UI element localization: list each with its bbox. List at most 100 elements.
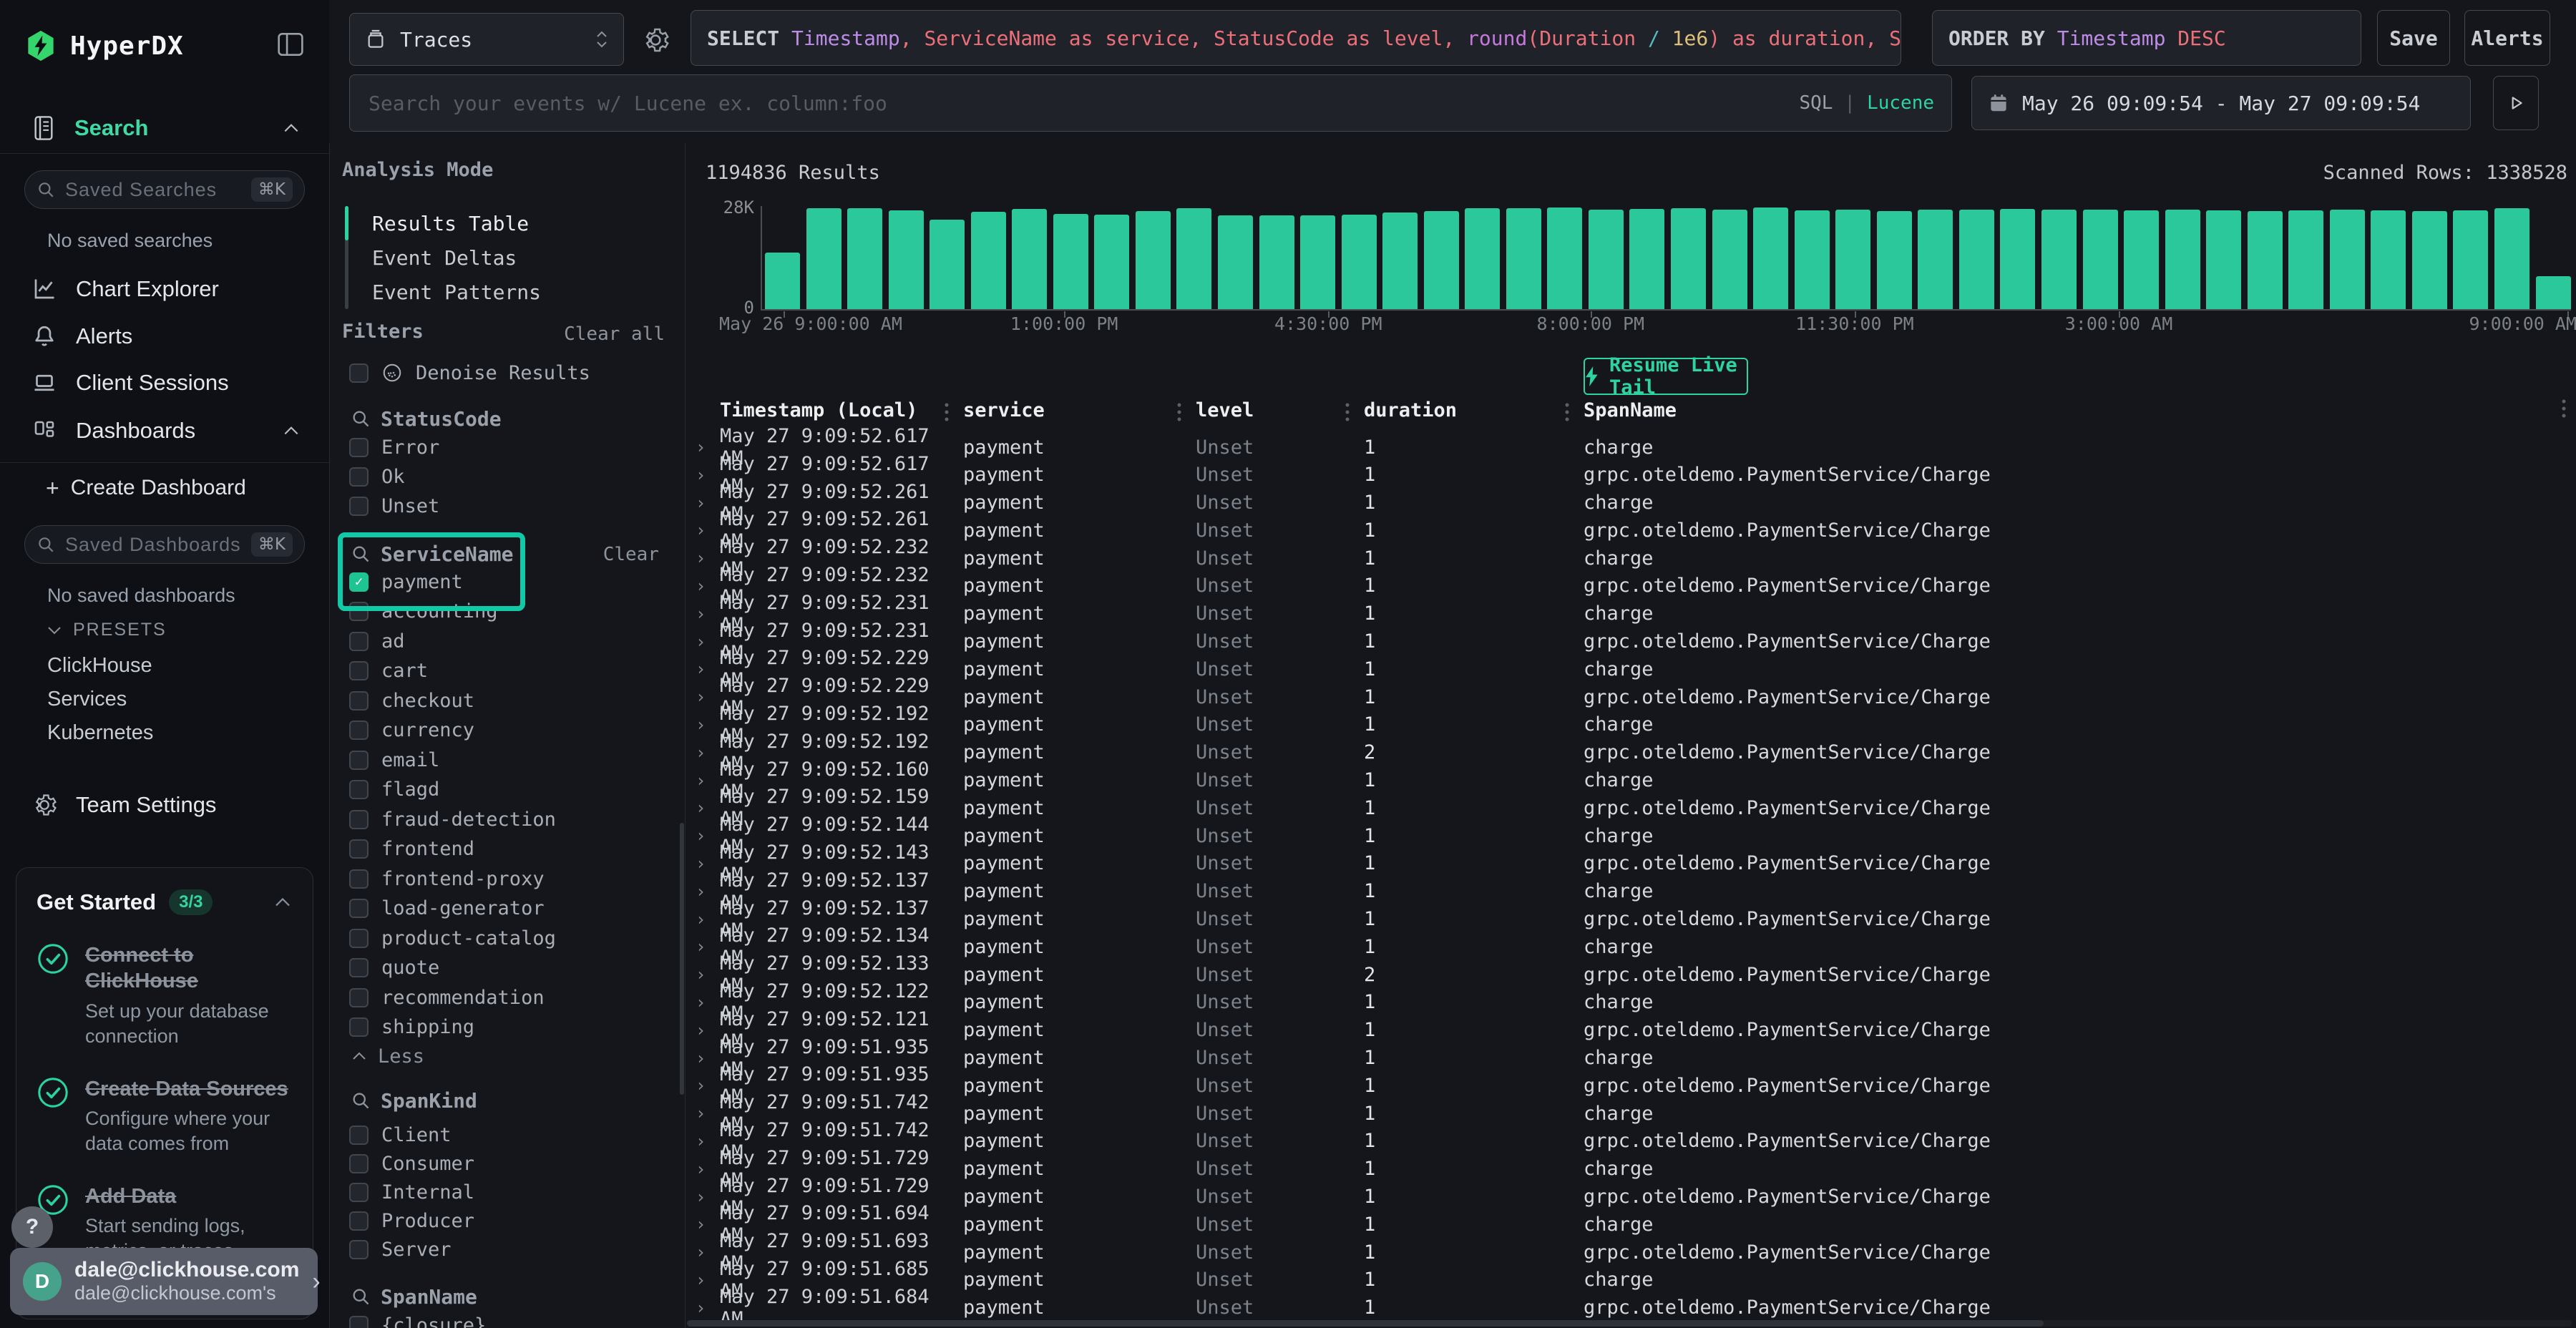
row-expand-icon[interactable]: › — [696, 687, 720, 707]
row-expand-icon[interactable]: › — [696, 826, 720, 846]
filter-option-label[interactable]: checkout — [381, 690, 474, 712]
row-expand-icon[interactable]: › — [696, 715, 720, 735]
sidebar-item-team-settings[interactable]: Team Settings — [0, 788, 329, 822]
sidebar-item-clickhouse[interactable]: ClickHouse — [47, 650, 152, 681]
search-icon[interactable] — [351, 1090, 371, 1110]
row-expand-icon[interactable]: › — [696, 1242, 720, 1262]
filter-option-label[interactable]: flagd — [381, 778, 439, 801]
sql-orderby-editor[interactable]: ORDER BY Timestamp DESC — [1932, 10, 2361, 66]
filter-option-label[interactable]: shipping — [381, 1016, 474, 1038]
checkbox[interactable] — [349, 467, 369, 487]
saved-dashboards-search[interactable]: ⌘K — [24, 525, 305, 564]
row-expand-icon[interactable]: › — [696, 909, 720, 929]
filter-option-label[interactable]: Internal — [381, 1181, 474, 1204]
filter-option-label[interactable]: frontend — [381, 838, 474, 860]
checkbox[interactable] — [349, 602, 369, 621]
saved-dashboards-input[interactable] — [64, 533, 243, 557]
checkbox[interactable] — [349, 869, 369, 889]
alerts-button[interactable]: Alerts — [2464, 10, 2550, 66]
checkbox[interactable] — [349, 1126, 369, 1145]
checkbox[interactable] — [349, 438, 369, 457]
row-expand-icon[interactable]: › — [696, 771, 720, 791]
row-expand-icon[interactable]: › — [696, 937, 720, 957]
row-expand-icon[interactable]: › — [696, 1075, 720, 1095]
row-expand-icon[interactable]: › — [696, 576, 720, 596]
row-expand-icon[interactable]: › — [696, 465, 720, 485]
checkbox[interactable] — [349, 661, 369, 680]
checkbox[interactable] — [349, 810, 369, 829]
checkbox[interactable] — [349, 988, 369, 1007]
column-resize-handle[interactable] — [1177, 401, 1181, 424]
column-header-level[interactable]: level — [1196, 399, 1364, 421]
checkbox[interactable] — [349, 1154, 369, 1173]
scrollbar-thumb[interactable] — [687, 1320, 2044, 1327]
sidebar-item-services[interactable]: Services — [47, 683, 127, 715]
filter-option-label[interactable]: {closure} — [381, 1314, 486, 1328]
filter-option-label[interactable]: Error — [381, 436, 439, 459]
column-resize-handle[interactable] — [1565, 401, 1569, 424]
language-lucene-option[interactable]: Lucene — [1867, 92, 1934, 114]
get-started-item[interactable]: Create Data SourcesConfigure where your … — [36, 1076, 293, 1156]
row-expand-icon[interactable]: › — [696, 1214, 720, 1234]
row-expand-icon[interactable]: › — [696, 437, 720, 457]
row-expand-icon[interactable]: › — [696, 1159, 720, 1179]
filter-option-label[interactable]: cart — [381, 660, 428, 682]
analysis-mode-results-table[interactable]: Results Table — [372, 206, 529, 240]
checkbox[interactable] — [349, 1316, 369, 1328]
row-expand-icon[interactable]: › — [696, 1048, 720, 1068]
filter-option-label[interactable]: recommendation — [381, 987, 545, 1009]
checkbox[interactable]: ✓ — [349, 572, 369, 592]
analysis-mode-event-deltas[interactable]: Event Deltas — [372, 240, 517, 275]
analysis-mode-event-patterns[interactable]: Event Patterns — [372, 275, 541, 309]
sql-select-editor[interactable]: SELECT Timestamp, ServiceName as service… — [691, 10, 1901, 66]
denoise-checkbox[interactable] — [349, 363, 369, 383]
help-button[interactable]: ? — [11, 1206, 53, 1248]
resume-live-tail-button[interactable]: Resume Live Tail — [1584, 358, 1748, 395]
row-expand-icon[interactable]: › — [696, 1298, 720, 1318]
column-resize-handle[interactable] — [2562, 398, 2566, 421]
language-sql-option[interactable]: SQL — [1799, 92, 1833, 114]
filter-option-label[interactable]: fraud-detection — [381, 809, 556, 831]
checkbox[interactable] — [349, 899, 369, 918]
filter-option-label[interactable]: Producer — [381, 1210, 474, 1232]
row-expand-icon[interactable]: › — [696, 743, 720, 763]
run-query-button[interactable] — [2493, 76, 2539, 130]
get-started-item[interactable]: Connect to ClickHouseSet up your databas… — [36, 942, 293, 1049]
row-expand-icon[interactable]: › — [696, 798, 720, 818]
checkbox[interactable] — [349, 1017, 369, 1037]
row-expand-icon[interactable]: › — [696, 965, 720, 985]
sidebar-item-chart-explorer[interactable]: Chart Explorer — [0, 272, 329, 306]
sidebar-item-search[interactable]: Search — [0, 111, 329, 145]
column-header-service[interactable]: service — [963, 399, 1196, 421]
checkbox[interactable] — [349, 958, 369, 977]
checkbox[interactable] — [349, 1240, 369, 1259]
row-expand-icon[interactable]: › — [696, 992, 720, 1012]
source-select[interactable]: Traces — [349, 13, 624, 66]
collapse-list-button[interactable]: Less — [351, 1042, 424, 1070]
saved-searches-input[interactable] — [64, 178, 243, 202]
filter-option-label[interactable]: payment — [381, 571, 463, 593]
row-expand-icon[interactable]: › — [696, 1131, 720, 1151]
filter-option-label[interactable]: Unset — [381, 495, 439, 517]
filter-panel-scrollbar[interactable] — [680, 823, 684, 1095]
checkbox[interactable] — [349, 632, 369, 651]
filter-option-label[interactable]: accounting — [381, 600, 498, 622]
filter-option-label[interactable]: Ok — [381, 466, 405, 488]
row-expand-icon[interactable]: › — [696, 1103, 720, 1123]
filter-option-label[interactable]: quote — [381, 957, 439, 979]
search-icon[interactable] — [351, 409, 371, 429]
row-expand-icon[interactable]: › — [696, 632, 720, 652]
chevron-up-icon[interactable] — [273, 896, 293, 909]
create-dashboard-button[interactable]: + Create Dashboard — [46, 471, 246, 505]
column-header-timestamp[interactable]: Timestamp (Local) — [720, 399, 963, 421]
checkbox[interactable] — [349, 929, 369, 948]
column-header-spanname[interactable]: SpanName — [1584, 399, 2576, 421]
sidebar-item-alerts[interactable]: Alerts — [0, 319, 329, 353]
row-expand-icon[interactable]: › — [696, 548, 720, 568]
filter-option-label[interactable]: frontend-proxy — [381, 868, 545, 890]
saved-searches-search[interactable]: ⌘K — [24, 170, 305, 209]
column-resize-handle[interactable] — [945, 401, 949, 424]
row-expand-icon[interactable]: › — [696, 493, 720, 513]
sidebar-item-dashboards[interactable]: Dashboards — [0, 414, 329, 448]
row-expand-icon[interactable]: › — [696, 659, 720, 679]
